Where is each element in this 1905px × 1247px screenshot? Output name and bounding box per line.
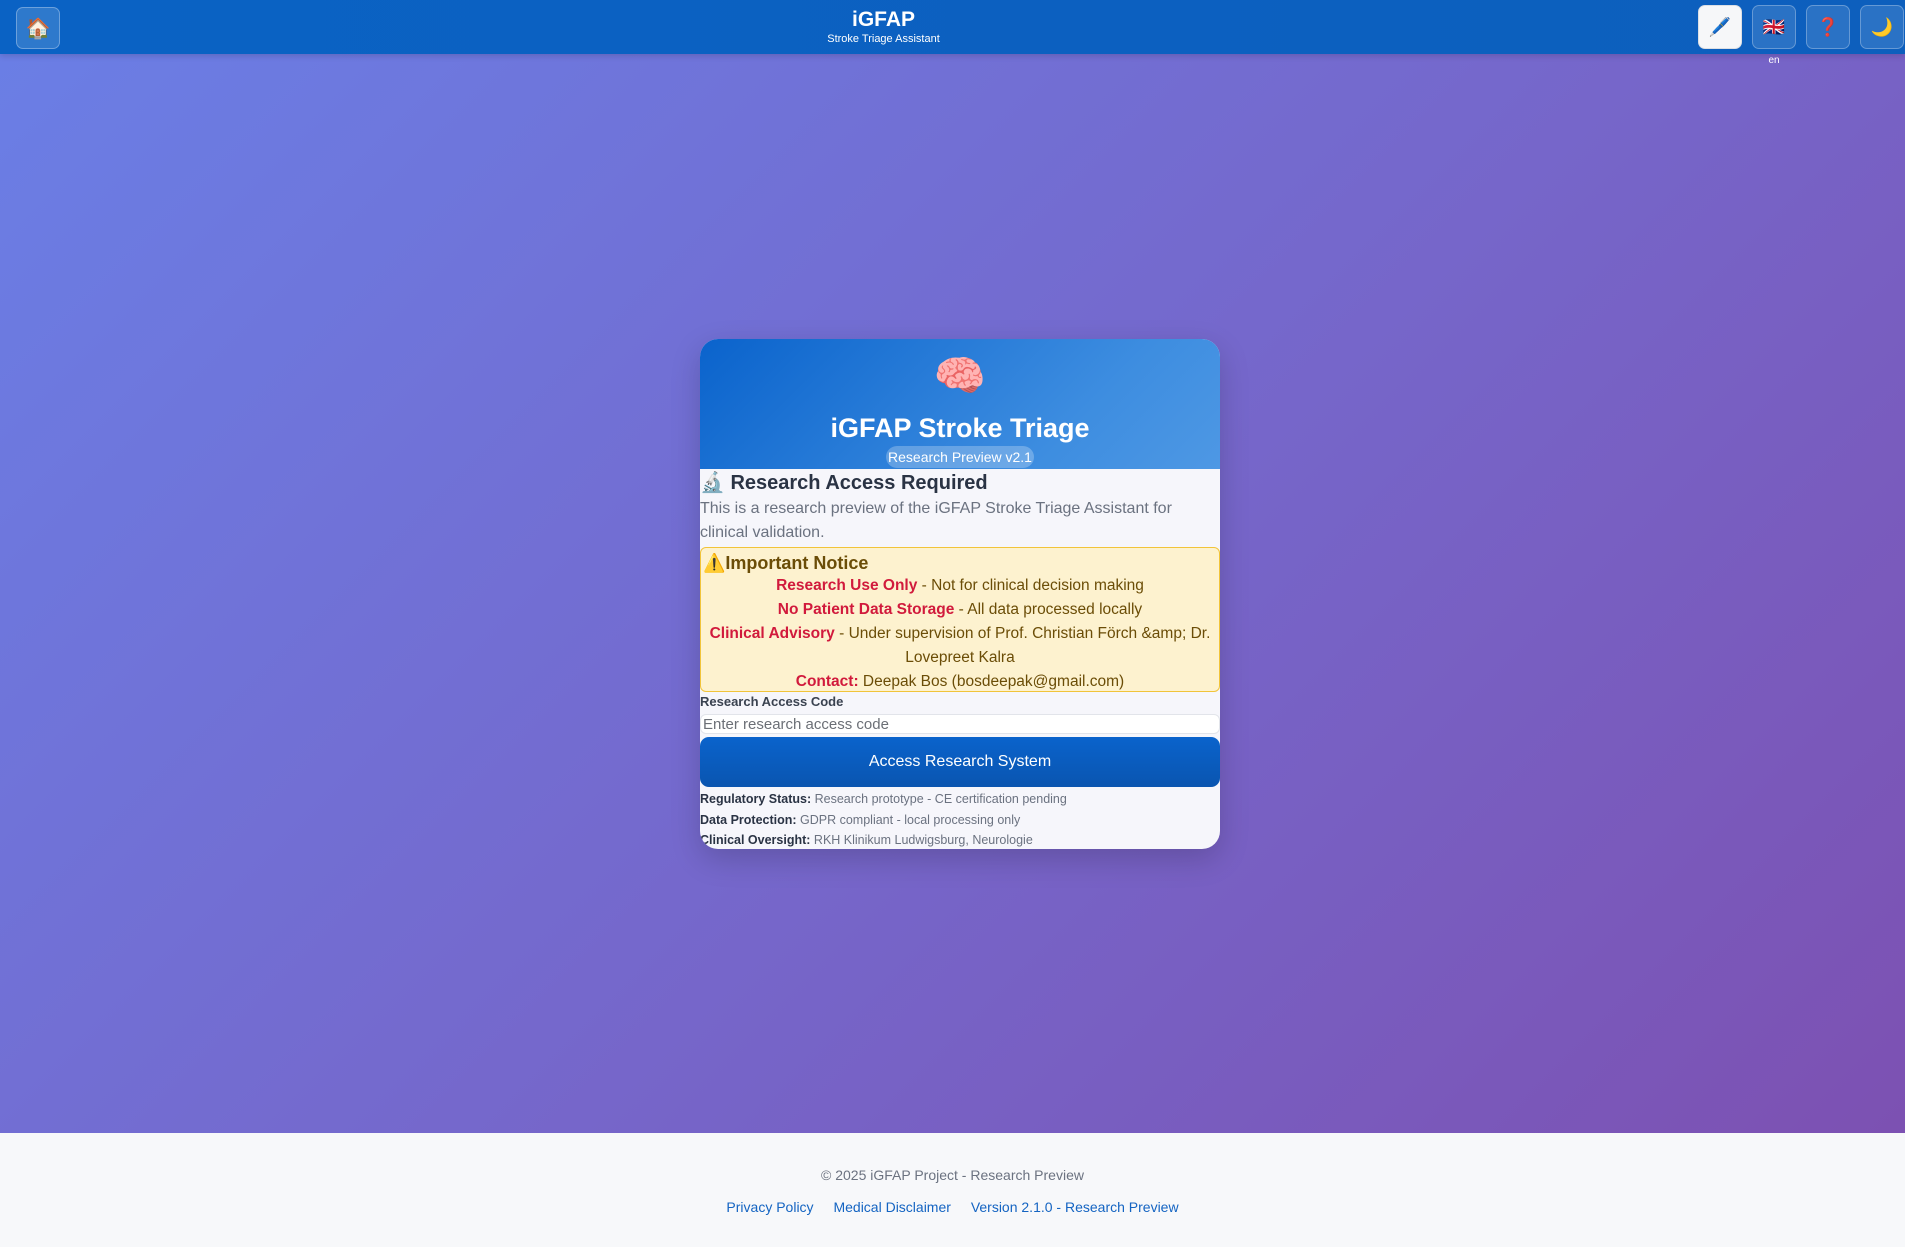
info-text: GDPR compliant - local processing only (796, 812, 1021, 827)
notice-list: Research Use Only - Not for clinical dec… (701, 574, 1219, 694)
notice-item-text: - Not for clinical decision making (917, 577, 1144, 594)
app-subtitle: Stroke Triage Assistant (827, 33, 940, 45)
version-badge: Research Preview v2.1 (886, 446, 1034, 468)
uk-flag-icon: 🇬🇧 (1762, 16, 1786, 37)
login-card: 🧠 iGFAP Stroke Triage Research Preview v… (700, 339, 1220, 849)
card-header: 🧠 iGFAP Stroke Triage Research Preview v… (700, 339, 1220, 469)
notice-item-text: - All data processed locally (954, 601, 1143, 618)
pen-button[interactable]: 🖊️ (1698, 5, 1742, 49)
footer: © 2025 iGFAP Project - Research Preview … (0, 1133, 1905, 1247)
access-description: This is a research preview of the iGFAP … (700, 500, 1172, 541)
privacy-policy-link[interactable]: Privacy Policy (726, 1199, 813, 1215)
app-brand: iGFAP Stroke Triage Assistant (0, 8, 1767, 46)
notice-item-text: Deepak Bos (bosdeepak@gmail.com) (858, 673, 1125, 690)
dark-mode-button[interactable]: 🌙 (1860, 5, 1904, 49)
copyright: © 2025 iGFAP Project - Research Preview (821, 1167, 1084, 1183)
regulatory-info: Regulatory Status: Research prototype - … (700, 789, 1220, 849)
info-label: Regulatory Status: (700, 792, 812, 806)
language-button[interactable]: 🇬🇧 (1752, 5, 1796, 49)
notice-item-label: Contact: (795, 673, 859, 690)
important-notice: ⚠️Important Notice Research Use Only - N… (700, 547, 1220, 692)
notice-item-label: No Patient Data Storage (777, 601, 955, 618)
info-text: RKH Klinikum Ludwigsburg, Neurologie (810, 833, 1033, 847)
moon-icon: 🌙 (1870, 16, 1894, 37)
notice-item: No Patient Data Storage - All data proce… (701, 598, 1219, 622)
notice-item-label: Clinical Advisory (709, 625, 835, 642)
medical-disclaimer-link[interactable]: Medical Disclaimer (833, 1199, 950, 1215)
help-button[interactable]: ❓ (1806, 5, 1850, 49)
card-title: iGFAP Stroke Triage (830, 413, 1090, 443)
access-code-input[interactable] (700, 714, 1220, 734)
notice-item: Research Use Only - Not for clinical dec… (701, 574, 1219, 598)
access-code-label: Research Access Code (700, 694, 844, 709)
info-line: Regulatory Status: Research prototype - … (700, 789, 1220, 810)
info-line: Data Protection: GDPR compliant - local … (700, 810, 1220, 831)
notice-item: Clinical Advisory - Under supervision of… (701, 622, 1219, 670)
footer-links: Privacy Policy Medical Disclaimer Versio… (0, 1199, 1905, 1215)
top-bar: 🏠 iGFAP Stroke Triage Assistant 🖊️ 🇬🇧 ❓ … (0, 0, 1905, 54)
access-research-button[interactable]: Access Research System (700, 737, 1220, 787)
info-text: Research prototype - CE certification pe… (811, 792, 1067, 806)
question-icon: ❓ (1816, 16, 1840, 37)
brain-icon: 🧠 (933, 352, 987, 399)
pen-icon: 🖊️ (1708, 16, 1732, 37)
app-title: iGFAP (851, 8, 915, 31)
notice-item-label: Research Use Only (776, 577, 918, 594)
notice-item-text: - Under supervision of Prof. Christian F… (834, 625, 1211, 666)
info-line: Clinical Oversight: RKH Klinikum Ludwigs… (700, 830, 1220, 849)
info-label: Data Protection: (700, 812, 797, 827)
language-code: en (1768, 55, 1780, 66)
version-link[interactable]: Version 2.1.0 - Research Preview (971, 1199, 1179, 1215)
notice-title: ⚠️Important Notice (703, 553, 869, 573)
info-label: Clinical Oversight: (700, 833, 811, 847)
notice-item: Contact: Deepak Bos (bosdeepak@gmail.com… (701, 670, 1219, 694)
access-heading: 🔬 Research Access Required (700, 472, 988, 494)
